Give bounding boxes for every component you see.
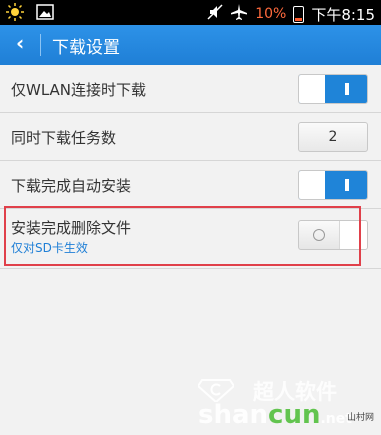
auto-install-toggle[interactable] <box>298 170 368 200</box>
clock: 下午8:15 <box>311 5 375 24</box>
setting-label: 下载完成自动安装 <box>11 177 132 195</box>
highlight-box <box>4 206 361 266</box>
watermark-small-text: 山村网 <box>346 413 374 423</box>
setting-label: 仅WLAN连接时下载 <box>11 81 147 99</box>
setting-row-auto-install[interactable]: 下载完成自动安装 <box>0 161 381 209</box>
page-title: 下载设置 <box>52 38 120 58</box>
app-bar: ‹ 下载设置 <box>0 25 381 65</box>
battery-percent: 10% <box>255 6 287 22</box>
appbar-divider <box>40 34 41 56</box>
toggle-knob <box>299 171 325 199</box>
airplane-icon <box>230 3 248 25</box>
toggle-on-mark <box>345 83 349 95</box>
diamond-logo-icon <box>198 379 234 402</box>
toggle-knob <box>299 75 325 103</box>
battery-icon <box>293 5 305 23</box>
back-icon[interactable]: ‹ <box>16 31 24 55</box>
sun-icon <box>6 3 24 25</box>
setting-row-concurrent-downloads[interactable]: 同时下载任务数 2 <box>0 113 381 161</box>
no-sound-icon <box>207 3 223 25</box>
concurrent-downloads-button[interactable]: 2 <box>298 122 368 152</box>
watermark-domain: shancun.net <box>198 400 352 430</box>
toggle-on-mark <box>345 179 349 191</box>
setting-label: 同时下载任务数 <box>11 129 117 147</box>
watermark-domain-mid: cun <box>268 400 321 430</box>
watermark-domain-prefix: shan <box>198 400 269 430</box>
wlan-only-toggle[interactable] <box>298 74 368 104</box>
status-bar: 10% 下午8:15 <box>0 0 381 25</box>
setting-row-wlan-only[interactable]: 仅WLAN连接时下载 <box>0 65 381 113</box>
image-icon <box>36 4 54 24</box>
watermark: 超人软件 shancun.net 山村网 <box>198 376 376 432</box>
